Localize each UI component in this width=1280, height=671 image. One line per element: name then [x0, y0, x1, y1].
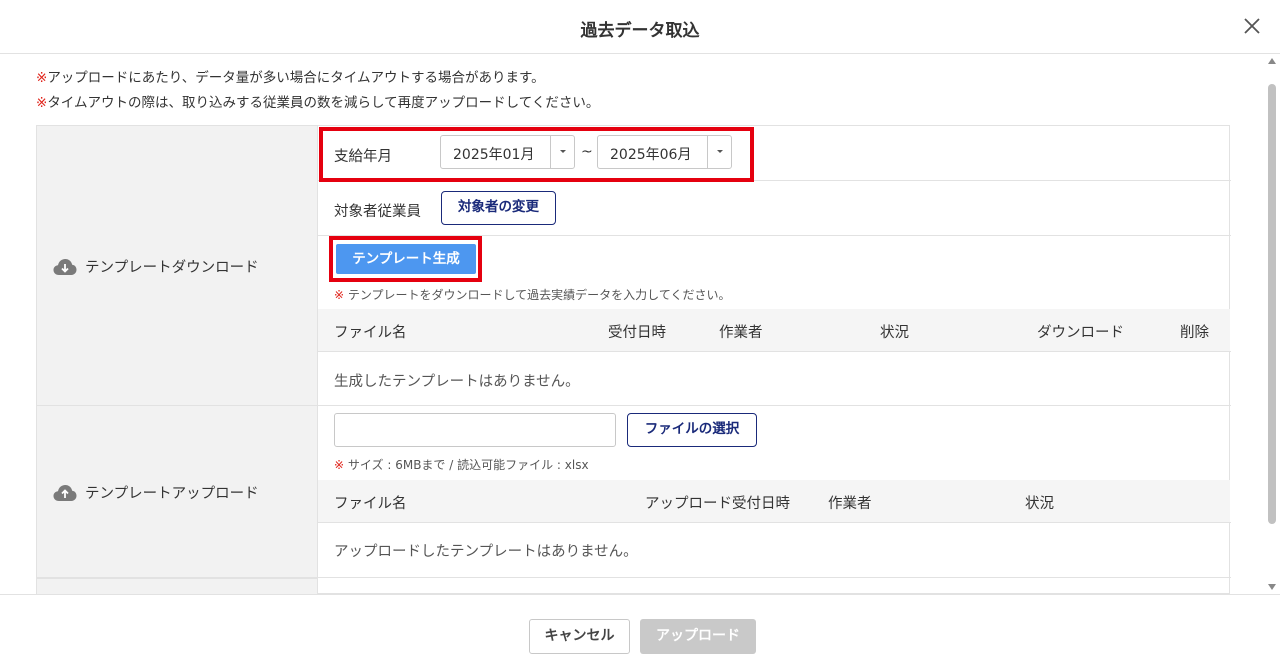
cloud-upload-icon: [53, 484, 77, 501]
target-employees-label: 対象者従業員: [334, 204, 421, 220]
upload-table-header: ファイル名 アップロード受付日時 作業者 状況: [318, 480, 1230, 522]
divider: [37, 577, 1231, 578]
timeout-notice-2: ※タイムアウトの際は、取り込みする従業員の数を減らして再度アップロードしてくださ…: [36, 95, 600, 111]
highlight-generate-button: [329, 236, 482, 282]
column-header: 受付日時: [608, 325, 666, 341]
dialog-header: 過去データ取込: [0, 0, 1280, 54]
dialog-title: 過去データ取込: [580, 21, 700, 41]
column-header: 作業者: [828, 496, 872, 512]
column-header: ファイル名: [334, 496, 407, 512]
download-hint: ※ テンプレートをダウンロードして過去実績データを入力してください。: [334, 288, 731, 302]
close-icon[interactable]: [1238, 12, 1266, 40]
next-section-header: [37, 578, 318, 594]
change-target-button[interactable]: 対象者の変更: [441, 191, 556, 225]
scroll-thumb[interactable]: [1268, 84, 1276, 524]
scroll-up-icon[interactable]: [1268, 58, 1276, 64]
column-header: アップロード受付日時: [645, 496, 790, 512]
dialog-footer: キャンセル アップロード: [0, 594, 1280, 671]
column-header: 作業者: [719, 325, 763, 341]
scroll-down-icon[interactable]: [1268, 584, 1276, 590]
dialog-body: ※アップロードにあたり、データ量が多い場合にタイムアウトする場合があります。 ※…: [0, 54, 1280, 594]
highlight-pay-month: [319, 127, 754, 182]
column-header: 状況: [1025, 496, 1054, 512]
column-header: ダウンロード: [1037, 325, 1124, 341]
download-table-header: ファイル名 受付日時 作業者 状況 ダウンロード 削除: [318, 309, 1230, 351]
cancel-button[interactable]: キャンセル: [529, 619, 630, 654]
select-file-button[interactable]: ファイルの選択: [627, 413, 757, 447]
download-empty-message: 生成したテンプレートはありません。: [334, 374, 580, 390]
divider: [318, 351, 1231, 352]
column-header: ファイル名: [334, 325, 407, 341]
vertical-scrollbar[interactable]: [1266, 54, 1278, 594]
divider: [37, 405, 1231, 406]
download-section-header: テンプレートダウンロード: [37, 126, 318, 406]
upload-hint: ※ サイズ : 6MBまで / 読込可能ファイル : xlsx: [334, 458, 589, 472]
divider: [318, 522, 1231, 523]
file-path-input[interactable]: [334, 413, 616, 447]
cloud-download-icon: [53, 258, 77, 275]
upload-section-header: テンプレートアップロード: [37, 406, 318, 578]
column-header: 削除: [1180, 325, 1209, 341]
upload-button[interactable]: アップロード: [640, 619, 756, 654]
import-table: テンプレートダウンロード テンプレートアップロード 支給年月 2025年01月 …: [36, 125, 1231, 594]
download-section-label: テンプレートダウンロード: [85, 260, 259, 276]
timeout-notice-1: ※アップロードにあたり、データ量が多い場合にタイムアウトする場合があります。: [36, 70, 545, 86]
upload-section-label: テンプレートアップロード: [85, 486, 259, 502]
upload-empty-message: アップロードしたテンプレートはありません。: [334, 544, 638, 560]
column-header: 状況: [880, 325, 909, 341]
